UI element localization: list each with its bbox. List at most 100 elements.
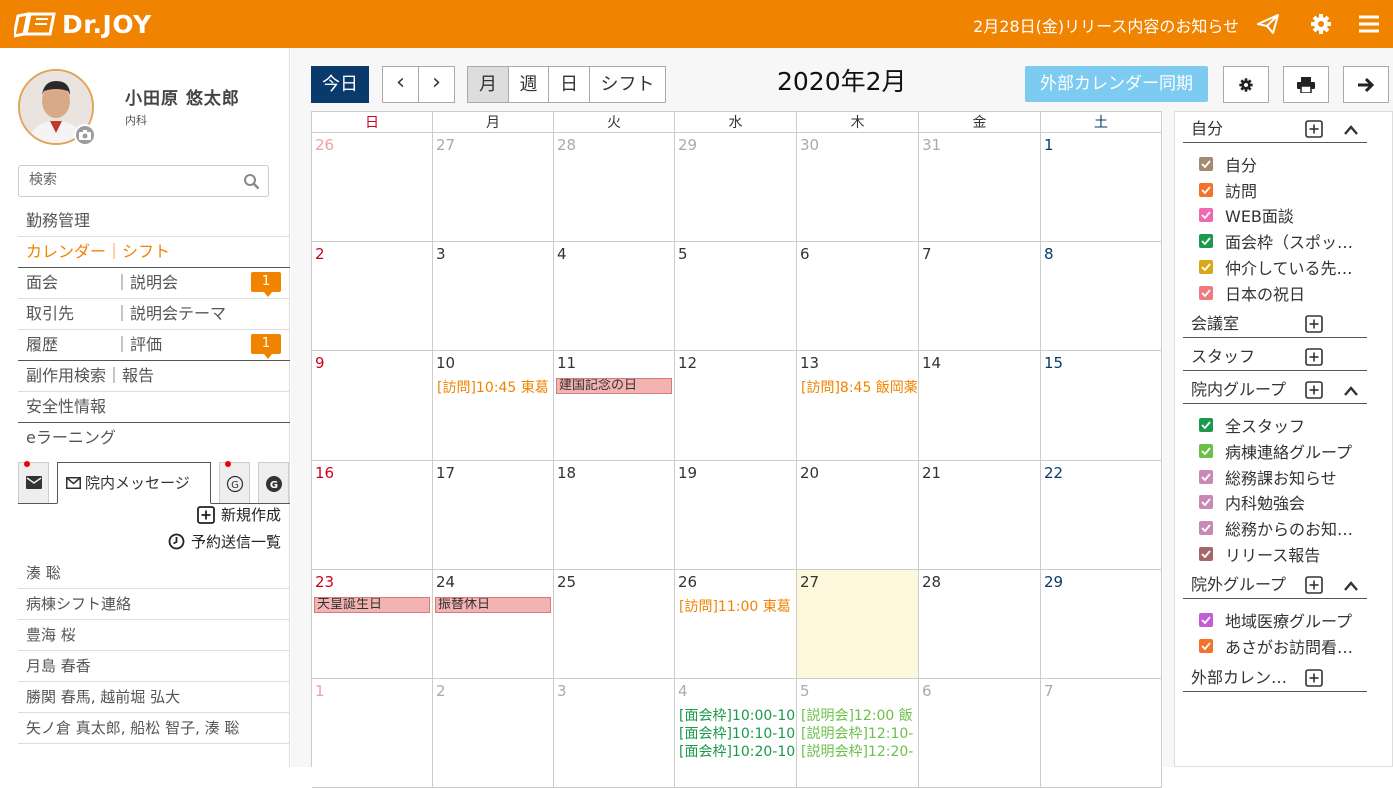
day-cell[interactable]: 17 bbox=[433, 460, 554, 570]
calendar-event[interactable]: [訪問]10:45 東葛 bbox=[437, 377, 552, 397]
calendar-event[interactable]: [説明会枠]12:10- bbox=[801, 723, 917, 743]
next-month-button[interactable]: › bbox=[418, 66, 455, 103]
today-button[interactable]: 今日 bbox=[311, 66, 369, 103]
calendar-event[interactable]: [面会枠]10:00-10 bbox=[679, 705, 795, 725]
add-square-icon[interactable] bbox=[1305, 315, 1323, 333]
print-button[interactable] bbox=[1283, 66, 1329, 103]
day-cell[interactable]: 1 bbox=[312, 679, 433, 788]
day-cell[interactable]: 27 bbox=[797, 569, 919, 679]
day-cell[interactable]: 16 bbox=[312, 460, 433, 570]
filter-item[interactable]: 病棟連絡グループ bbox=[1199, 440, 1352, 462]
day-cell[interactable]: 2 bbox=[312, 242, 433, 352]
calendar-settings-button[interactable] bbox=[1223, 66, 1269, 103]
calendar-event[interactable]: [面会枠]10:10-10 bbox=[679, 723, 795, 743]
message-thread[interactable]: 月島 春香 bbox=[18, 651, 290, 682]
message-thread[interactable]: 病棟シフト連絡 bbox=[18, 589, 290, 620]
day-cell[interactable]: 4 [面会枠]10:00-10 [面会枠]10:10-10 [面会枠]10:20-10 bbox=[675, 679, 797, 788]
day-cell[interactable]: 27 bbox=[433, 133, 554, 243]
day-cell[interactable]: 30 bbox=[797, 133, 919, 243]
calendar-event[interactable]: [訪問]11:00 東葛 bbox=[679, 596, 795, 616]
view-shift-button[interactable]: シフト bbox=[589, 66, 666, 103]
filter-item[interactable]: 日本の祝日 bbox=[1199, 282, 1305, 304]
day-cell[interactable]: 9 bbox=[312, 351, 433, 461]
day-cell[interactable]: 4 bbox=[554, 242, 675, 352]
checkbox-checked-icon[interactable] bbox=[1199, 259, 1213, 274]
checkbox-checked-icon[interactable] bbox=[1199, 157, 1213, 171]
add-square-icon[interactable] bbox=[1305, 348, 1323, 366]
filter-item[interactable]: 地域医療グループ bbox=[1199, 609, 1352, 631]
nav-visit-briefing[interactable]: 面会 ｜説明会 1 bbox=[18, 268, 290, 299]
filter-group-header[interactable]: 院外グループ bbox=[1183, 573, 1367, 600]
day-cell[interactable]: 26 bbox=[312, 133, 433, 243]
checkbox-checked-icon[interactable] bbox=[1199, 418, 1213, 433]
checkbox-checked-icon[interactable] bbox=[1199, 613, 1213, 628]
day-cell[interactable]: 3 bbox=[554, 679, 675, 788]
message-thread[interactable]: 勝関 春馬, 越前堀 弘大 bbox=[18, 682, 290, 713]
filter-item[interactable]: 総務からのお知… bbox=[1199, 517, 1353, 539]
day-cell[interactable]: 18 bbox=[554, 460, 675, 570]
day-cell[interactable]: 2 bbox=[433, 679, 554, 788]
day-cell[interactable]: 1 bbox=[1041, 133, 1162, 243]
day-cell[interactable]: 28 bbox=[919, 569, 1041, 679]
filter-item[interactable]: リリース報告 bbox=[1199, 543, 1320, 565]
tab-group-filled[interactable]: G bbox=[258, 462, 289, 503]
day-cell[interactable]: 10 [訪問]10:45 東葛 bbox=[433, 351, 554, 461]
filter-group-header[interactable]: 会議室 bbox=[1183, 312, 1367, 339]
add-square-icon[interactable] bbox=[1305, 381, 1323, 399]
chevron-up-icon[interactable] bbox=[1343, 580, 1359, 592]
message-thread[interactable]: 湊 聡 bbox=[18, 558, 290, 589]
day-cell[interactable]: 21 bbox=[919, 460, 1041, 570]
holiday-event[interactable]: 振替休日 bbox=[435, 596, 551, 613]
message-thread[interactable]: 矢ノ倉 真太郎, 船松 智子, 湊 聡 bbox=[18, 713, 290, 744]
search-input[interactable] bbox=[29, 166, 239, 194]
scheduled-messages-button[interactable]: 予約送信一覧 bbox=[168, 531, 281, 552]
new-message-button[interactable]: 新規作成 bbox=[197, 504, 281, 525]
release-notice-link[interactable]: 2月28日(金)リリース内容のお知らせ bbox=[973, 13, 1239, 37]
camera-icon[interactable] bbox=[74, 124, 96, 146]
chevron-up-icon[interactable] bbox=[1343, 124, 1359, 136]
hamburger-menu-icon[interactable] bbox=[1357, 12, 1381, 36]
day-cell[interactable]: 13 [訪問]8:45 飯岡薬 bbox=[797, 351, 919, 461]
calendar-event[interactable]: [訪問]8:45 飯岡薬 bbox=[801, 377, 917, 397]
tab-internal-messages[interactable]: 院内メッセージ bbox=[57, 462, 211, 504]
tab-mail[interactable] bbox=[18, 461, 49, 503]
filter-group-header[interactable]: 院内グループ bbox=[1183, 378, 1367, 405]
checkbox-checked-icon[interactable] bbox=[1199, 521, 1213, 535]
day-cell[interactable]: 25 bbox=[554, 569, 675, 679]
view-month-button[interactable]: 月 bbox=[467, 66, 509, 103]
day-cell[interactable]: 11 建国記念の日 bbox=[554, 351, 675, 461]
day-cell[interactable]: 8 bbox=[1041, 242, 1162, 352]
drjoy-logo[interactable]: Dr.JOY bbox=[14, 8, 152, 40]
day-cell[interactable]: 6 bbox=[919, 679, 1041, 788]
filter-item[interactable]: 総務課お知らせ bbox=[1199, 466, 1337, 488]
day-cell[interactable]: 22 bbox=[1041, 460, 1162, 570]
paper-plane-icon[interactable] bbox=[1256, 12, 1280, 36]
day-cell[interactable]: 20 bbox=[797, 460, 919, 570]
filter-item[interactable]: あさがお訪問看… bbox=[1199, 635, 1353, 657]
checkbox-checked-icon[interactable] bbox=[1199, 443, 1213, 458]
checkbox-checked-icon[interactable] bbox=[1199, 469, 1213, 484]
day-cell[interactable]: 7 bbox=[919, 242, 1041, 352]
filter-item[interactable]: 自分 bbox=[1199, 153, 1257, 175]
checkbox-checked-icon[interactable] bbox=[1199, 639, 1213, 654]
day-cell[interactable]: 5 bbox=[675, 242, 797, 352]
day-cell[interactable]: 28 bbox=[554, 133, 675, 243]
add-square-icon[interactable] bbox=[1305, 120, 1323, 138]
filter-group-header[interactable]: スタッフ bbox=[1183, 345, 1367, 372]
view-week-button[interactable]: 週 bbox=[508, 66, 549, 103]
nav-clients-themes[interactable]: 取引先 ｜説明会テーマ bbox=[18, 299, 290, 330]
holiday-event[interactable]: 建国記念の日 bbox=[556, 378, 672, 395]
checkbox-checked-icon[interactable] bbox=[1199, 546, 1213, 561]
nav-attendance[interactable]: 勤務管理 bbox=[18, 206, 290, 237]
tab-group-outline[interactable]: G bbox=[219, 461, 250, 503]
day-cell[interactable]: 7 bbox=[1041, 679, 1162, 788]
add-square-icon[interactable] bbox=[1305, 668, 1323, 687]
nav-safety-info[interactable]: 安全性情報 bbox=[18, 392, 290, 423]
day-cell[interactable]: 5 [説明会]12:00 飯 [説明会枠]12:10- [説明会枠]12:20- bbox=[797, 679, 919, 788]
filter-item[interactable]: 内科勉強会 bbox=[1199, 491, 1305, 513]
calendar-event[interactable]: [面会枠]10:20-10 bbox=[679, 741, 795, 761]
day-cell[interactable]: 14 bbox=[919, 351, 1041, 461]
day-cell[interactable]: 12 bbox=[675, 351, 797, 461]
day-cell[interactable]: 6 bbox=[797, 242, 919, 352]
next-arrow-button[interactable] bbox=[1343, 66, 1389, 103]
